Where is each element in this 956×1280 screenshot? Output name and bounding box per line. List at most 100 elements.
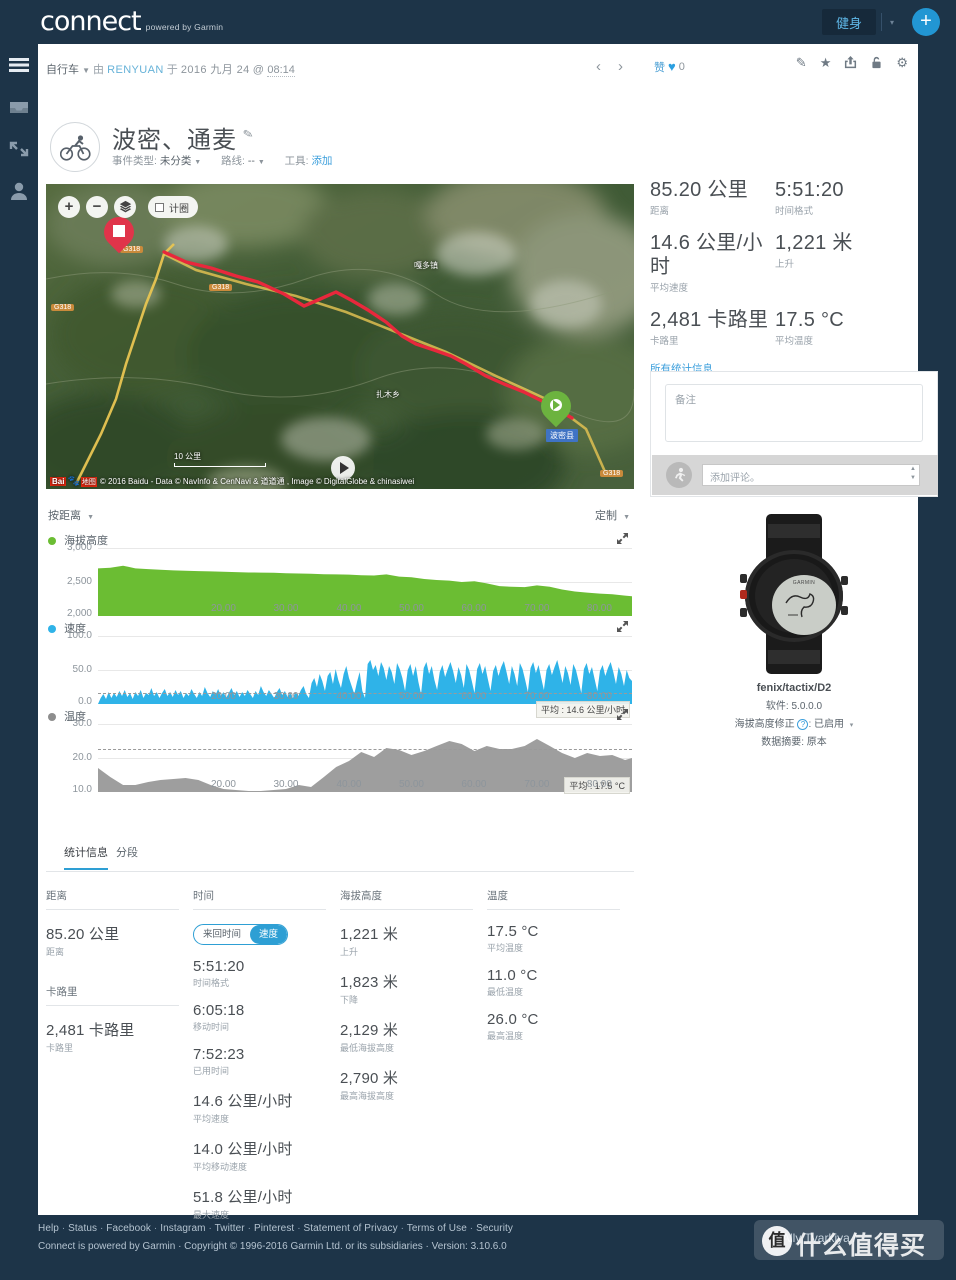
time-speed-toggle[interactable]: 来回时间 速度 bbox=[193, 924, 289, 945]
help-icon[interactable]: ? bbox=[797, 718, 809, 730]
activity-owner[interactable]: RENYUAN bbox=[107, 64, 164, 76]
footer-link-help[interactable]: Help bbox=[38, 1223, 59, 1234]
lock-icon[interactable] bbox=[870, 56, 883, 69]
chart-plot-area[interactable]: 100.0 50.0 0.0 平均 : 14.6 公里/小时 20.00 30.… bbox=[67, 630, 632, 718]
map-controls[interactable]: + − 计圈 bbox=[58, 196, 198, 218]
map-start-marker[interactable] bbox=[97, 210, 141, 257]
connect-logo[interactable]: connect powered by Garmin bbox=[40, 8, 223, 35]
footer-link-instagram[interactable]: Instagram bbox=[160, 1223, 205, 1234]
chart-plot-area[interactable]: 30.0 20.0 10.0 平均 : 17.5 °C 20.00 30.00 … bbox=[73, 718, 632, 795]
notes-input[interactable]: 备注 bbox=[665, 384, 923, 442]
fitness-menu-button[interactable]: 健身 bbox=[821, 9, 876, 35]
tools-add-link[interactable]: 添加 bbox=[311, 155, 332, 167]
x-tick-label: 30.00 bbox=[273, 691, 299, 702]
elevation-correction-value[interactable]: 已启用 bbox=[814, 719, 844, 730]
inbox-icon[interactable] bbox=[8, 96, 30, 118]
star-icon[interactable]: ★ bbox=[820, 56, 832, 69]
toggle-option-laptime[interactable]: 来回时间 bbox=[194, 925, 250, 944]
y-tick-label: 2,500 bbox=[66, 576, 92, 587]
menu-icon[interactable] bbox=[8, 54, 30, 76]
summary-tile-time: 5:51:20 时间格式 bbox=[775, 178, 900, 217]
stats-column-distance: 距离 85.20 公里 距离 卡路里 2,481 卡路里 卡路里 bbox=[46, 888, 193, 1221]
on-label: 于 bbox=[166, 64, 178, 76]
event-type-value[interactable]: 未分类 bbox=[160, 155, 192, 167]
stat-value: 1,221 米 bbox=[340, 926, 399, 943]
zoom-out-button[interactable]: − bbox=[86, 196, 108, 218]
heart-icon[interactable]: ♥ bbox=[668, 60, 676, 73]
footer-link-facebook[interactable]: Facebook bbox=[106, 1223, 151, 1234]
profile-icon[interactable] bbox=[8, 180, 30, 202]
route-label: 路线: bbox=[221, 155, 245, 167]
chart-x-axis-selector[interactable]: 按距离 ▼ bbox=[48, 507, 94, 523]
chevron-down-icon[interactable]: ▾ bbox=[890, 18, 894, 27]
chart-average-line bbox=[98, 749, 632, 750]
page-title: 波密、通麦 bbox=[112, 127, 237, 154]
lap-checkbox[interactable] bbox=[155, 202, 164, 212]
x-tick-label: 20.00 bbox=[210, 691, 236, 702]
charts-panel: 按距离 ▼ 定制 ▼ 海拔高度 3,000 2,500 2,000 20.00 … bbox=[46, 504, 634, 795]
x-tick-label: 60.00 bbox=[461, 603, 487, 614]
chevron-down-icon[interactable]: ▾ bbox=[850, 722, 854, 729]
chevron-down-icon[interactable]: ▼ bbox=[82, 66, 90, 75]
previous-activity-button[interactable]: ‹ bbox=[596, 58, 601, 75]
watch-button bbox=[740, 574, 747, 583]
route-value[interactable]: -- bbox=[248, 155, 255, 167]
watch-button bbox=[841, 606, 848, 615]
footer-link-privacy[interactable]: Statement of Privacy bbox=[304, 1223, 398, 1234]
chart-customize-button[interactable]: 定制 ▼ bbox=[595, 507, 630, 523]
add-button[interactable]: + bbox=[912, 8, 940, 36]
expand-icon[interactable] bbox=[617, 533, 628, 544]
baidu-logo: Bai 🐾 地图 bbox=[50, 476, 97, 487]
logo-text: connect bbox=[40, 6, 142, 37]
comment-spinner[interactable]: ▲ ▼ bbox=[910, 466, 916, 481]
footer-link-terms[interactable]: Terms of Use bbox=[407, 1223, 467, 1234]
stat-value: 7:52:23 bbox=[193, 1046, 245, 1063]
footer-link-status[interactable]: Status bbox=[68, 1223, 97, 1234]
expand-icon[interactable] bbox=[617, 621, 628, 632]
tab-statistics[interactable]: 统计信息 bbox=[64, 844, 108, 870]
activity-time[interactable]: 08:14 bbox=[267, 64, 295, 77]
share-icon[interactable] bbox=[844, 56, 857, 69]
at-symbol: @ bbox=[252, 64, 265, 76]
toggle-option-speed[interactable]: 速度 bbox=[250, 925, 288, 944]
connections-icon[interactable] bbox=[8, 138, 30, 160]
stat-value: 14.0 公里/小时 bbox=[193, 1141, 293, 1158]
summary-value: 1,221 米 bbox=[775, 232, 853, 254]
stat-item: 51.8 公里/小时 最大速度 bbox=[193, 1186, 326, 1221]
chevron-down-icon[interactable]: ▼ bbox=[194, 159, 201, 166]
watch-strap-texture bbox=[768, 524, 820, 538]
chevron-down-icon[interactable]: ▼ bbox=[258, 159, 265, 166]
footer-link-twitter[interactable]: Twitter bbox=[215, 1223, 245, 1234]
expand-icon[interactable] bbox=[617, 709, 628, 720]
caret-up-icon[interactable]: ▲ bbox=[910, 466, 916, 472]
map-scale-text: 10 公里 bbox=[174, 452, 202, 461]
next-activity-button[interactable]: › bbox=[618, 58, 623, 75]
column-header: 距离 bbox=[46, 888, 179, 910]
lap-toggle-button[interactable]: 计圈 bbox=[148, 196, 198, 218]
like-label[interactable]: 赞 bbox=[654, 59, 665, 75]
stat-item: 11.0 °C 最低温度 bbox=[487, 967, 620, 998]
notes-placeholder: 备注 bbox=[675, 394, 696, 406]
chevron-down-icon[interactable]: ▼ bbox=[87, 514, 94, 521]
comment-input[interactable]: 添加评论。 ▲ ▼ bbox=[702, 464, 920, 486]
layers-icon[interactable] bbox=[114, 196, 136, 218]
watermark-badge: 值 bbox=[762, 1226, 792, 1256]
stats-column-time: 时间 来回时间 速度 5:51:20 时间格式 6:05:18 移动时间 7:5… bbox=[193, 888, 340, 1221]
footer-link-pinterest[interactable]: Pinterest bbox=[254, 1223, 294, 1234]
stat-value: 26.0 °C bbox=[487, 1011, 539, 1028]
activity-sport-type[interactable]: 自行车 bbox=[46, 64, 79, 76]
tab-laps[interactable]: 分段 bbox=[116, 844, 138, 868]
edit-title-icon[interactable]: ✎ bbox=[242, 126, 255, 142]
zoom-in-button[interactable]: + bbox=[58, 196, 80, 218]
like-group[interactable]: 赞 ♥ 0 bbox=[654, 59, 685, 75]
footer-link-security[interactable]: Security bbox=[476, 1223, 513, 1234]
chevron-down-icon[interactable]: ▼ bbox=[623, 514, 630, 521]
chart-plot-area[interactable]: 3,000 2,500 2,000 20.00 30.00 40.00 50.0… bbox=[67, 542, 632, 619]
edit-icon[interactable]: ✎ bbox=[796, 56, 807, 69]
by-label: 由 bbox=[93, 64, 105, 76]
activity-map[interactable]: + − 计圈 G318 G318 G318 G318 嘎多镇 扎木乡 波密县 1… bbox=[46, 184, 634, 489]
map-end-marker[interactable] bbox=[534, 384, 578, 431]
gear-icon[interactable]: ⚙ bbox=[896, 56, 908, 69]
watch-track-preview bbox=[785, 593, 815, 618]
caret-down-icon[interactable]: ▼ bbox=[910, 475, 916, 481]
